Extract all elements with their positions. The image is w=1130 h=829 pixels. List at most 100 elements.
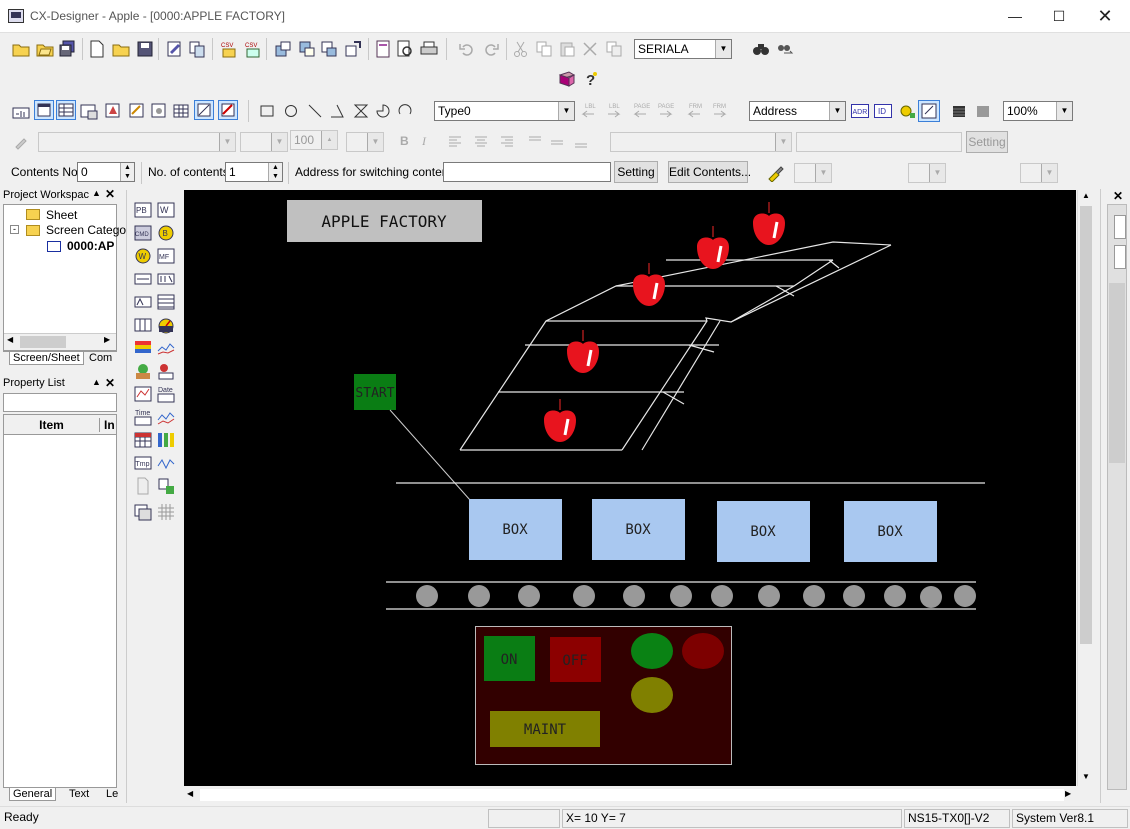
document-icon[interactable] xyxy=(134,477,152,495)
tree-hscrollbar[interactable]: ◀ ▶ xyxy=(4,333,116,350)
font-size-spinner[interactable]: 100 ▲ xyxy=(290,130,338,150)
tree-item-screen-category[interactable]: Screen Catego xyxy=(46,223,126,237)
fill-black-icon[interactable] xyxy=(950,102,968,120)
tab-general[interactable]: General xyxy=(9,788,57,801)
scroll-left-icon[interactable]: ◀ xyxy=(7,335,13,344)
id-icon[interactable]: ID xyxy=(874,102,892,120)
open-folder-icon[interactable] xyxy=(12,40,30,58)
edit-contents-button[interactable]: Edit Contents... xyxy=(668,161,751,183)
list-selector-icon[interactable] xyxy=(157,293,175,311)
apple-4[interactable] xyxy=(567,330,599,373)
tab-screen-sheet[interactable]: Screen/Sheet xyxy=(9,352,84,365)
pt-settings-icon[interactable] xyxy=(150,102,168,120)
find-icon[interactable] xyxy=(752,40,770,58)
frame-prev-icon[interactable]: FRM xyxy=(686,102,708,120)
duplicate-icon[interactable] xyxy=(605,40,623,58)
maximize-button[interactable]: ☐ xyxy=(1036,0,1082,32)
spin-arrows-icon[interactable]: ▲ ▼ xyxy=(268,163,282,181)
help-icon[interactable]: ? xyxy=(582,70,600,88)
fill-gray-icon[interactable] xyxy=(974,102,992,120)
format-setting-button[interactable]: Setting xyxy=(966,131,1008,153)
property-close-icon[interactable]: ✕ xyxy=(105,376,115,390)
delete-icon[interactable] xyxy=(581,40,599,58)
frame-object-icon[interactable] xyxy=(134,503,152,521)
scroll-left-icon[interactable]: ◀ xyxy=(187,789,193,798)
address-switch-input[interactable] xyxy=(443,162,611,182)
table-view-icon[interactable] xyxy=(56,100,76,120)
alarm-event-icon[interactable] xyxy=(157,362,175,380)
zoom-select[interactable]: 100% ▼ xyxy=(1003,101,1073,121)
bold-icon[interactable]: B xyxy=(400,134,409,148)
vscroll-thumb[interactable] xyxy=(1080,206,1092,644)
minimize-button[interactable]: — xyxy=(992,0,1038,32)
fill-color-select[interactable]: ▼ xyxy=(908,163,946,183)
macro-icon[interactable] xyxy=(128,102,146,120)
frame-icon[interactable] xyxy=(80,102,98,120)
label-next-icon[interactable]: LBL xyxy=(604,102,626,120)
pb-button-icon[interactable]: PB xyxy=(134,201,152,219)
transfer-icon[interactable] xyxy=(274,40,292,58)
analogue-meter-icon[interactable] xyxy=(157,316,175,334)
sector-tool-icon[interactable] xyxy=(374,102,392,120)
canvas-hscrollbar[interactable]: ◀ ▶ xyxy=(184,787,1076,803)
right-panel-field[interactable] xyxy=(1114,245,1126,269)
redo-icon[interactable] xyxy=(482,40,500,58)
broken-line-graph-icon[interactable] xyxy=(157,339,175,357)
level-meter-icon[interactable] xyxy=(134,339,152,357)
tab-le[interactable]: Le xyxy=(106,788,118,800)
open-project-icon[interactable] xyxy=(36,40,54,58)
copy-screen-icon[interactable] xyxy=(188,40,206,58)
data-block-table-icon[interactable] xyxy=(134,431,152,449)
apple-1[interactable] xyxy=(753,202,785,245)
transfer-setting-icon[interactable] xyxy=(344,40,362,58)
scroll-down-icon[interactable]: ▼ xyxy=(1082,772,1090,781)
replace-icon[interactable] xyxy=(776,40,794,58)
lamp-test-icon[interactable] xyxy=(898,102,916,120)
scroll-right-icon[interactable]: ▶ xyxy=(1065,789,1071,798)
polygon-tool-icon[interactable] xyxy=(352,102,370,120)
copy-icon[interactable] xyxy=(535,40,553,58)
workspace-close-icon[interactable]: ✕ xyxy=(105,187,115,201)
csv-import-icon[interactable]: CSV xyxy=(220,40,238,58)
font-style-select[interactable]: ▼ xyxy=(240,132,288,152)
green-lamp[interactable] xyxy=(631,633,673,669)
rectangle-tool-icon[interactable] xyxy=(258,102,276,120)
close-button[interactable]: ✕ xyxy=(1082,0,1128,32)
screen-canvas[interactable]: APPLE FACTORY START BOX BOX BOX BOX ON O… xyxy=(184,190,1076,786)
scroll-up-icon[interactable]: ▲ xyxy=(1082,191,1090,200)
date-display-icon[interactable]: Date xyxy=(157,385,175,403)
label-prev-icon[interactable]: LBL xyxy=(580,102,602,120)
cut-icon[interactable] xyxy=(512,40,530,58)
align-center-icon[interactable] xyxy=(472,133,490,151)
undo-icon[interactable] xyxy=(458,40,476,58)
color-select[interactable]: ▼ xyxy=(346,132,384,152)
serial-port-select[interactable]: SERIALA ▼ xyxy=(634,39,732,59)
red-lamp[interactable] xyxy=(682,633,724,669)
right-panel-field[interactable] xyxy=(1114,215,1126,239)
save-all-icon[interactable] xyxy=(58,40,76,58)
print-preview-icon[interactable] xyxy=(396,40,414,58)
spin-arrows-icon[interactable]: ▲ ▼ xyxy=(120,163,134,181)
collapse-icon[interactable]: - xyxy=(10,225,19,234)
apple-2[interactable] xyxy=(697,226,729,269)
address-select[interactable]: Address ▼ xyxy=(749,101,846,121)
canvas-vscrollbar[interactable]: ▲ ▼ xyxy=(1077,190,1093,786)
numeral-display-icon[interactable] xyxy=(134,270,152,288)
paste-icon[interactable] xyxy=(558,40,576,58)
align-left-icon[interactable] xyxy=(446,133,464,151)
tab-text[interactable]: Text xyxy=(69,788,89,800)
align-top-icon[interactable] xyxy=(526,133,544,151)
temporary-input-icon[interactable]: Tmp xyxy=(134,454,152,472)
screen-properties-icon[interactable] xyxy=(12,102,30,120)
paint-brush-icon[interactable] xyxy=(766,164,784,182)
transfer-from-pt-icon[interactable] xyxy=(320,40,338,58)
string-display-icon[interactable] xyxy=(134,293,152,311)
pin-icon[interactable]: ▲ xyxy=(92,188,101,198)
type-select[interactable]: Type0 ▼ xyxy=(434,101,575,121)
right-panel-close-icon[interactable]: ✕ xyxy=(1113,189,1123,203)
page-icon[interactable] xyxy=(374,40,392,58)
multifunction-icon[interactable]: MF xyxy=(157,247,175,265)
label-select[interactable]: ▼ xyxy=(610,132,792,152)
transfer-to-pt-icon[interactable] xyxy=(298,40,316,58)
tab-common[interactable]: Com xyxy=(89,352,112,364)
